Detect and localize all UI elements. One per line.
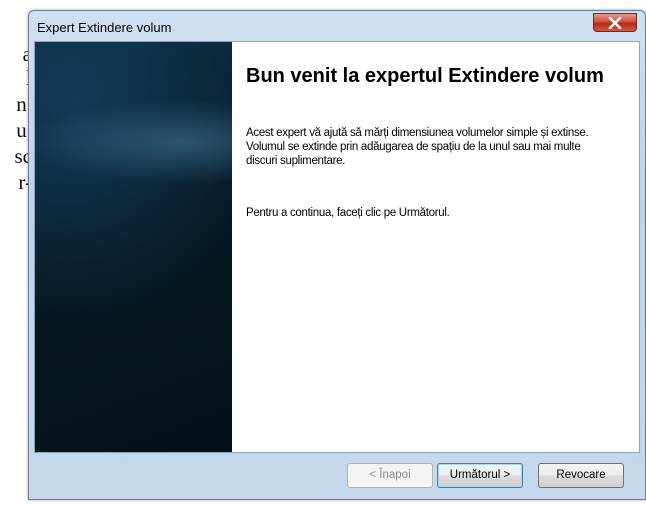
extend-volume-wizard-window: Expert Extindere volum Bun venit la expe… (28, 10, 646, 500)
wizard-banner-image (35, 42, 232, 452)
cancel-button[interactable]: Revocare (538, 463, 624, 488)
title-bar[interactable]: Expert Extindere volum (29, 11, 645, 41)
close-icon (608, 17, 622, 29)
next-button[interactable]: Următorul > (437, 463, 523, 488)
wizard-welcome-panel: Bun venit la expertul Extindere volum Ac… (232, 42, 639, 452)
close-button[interactable] (593, 13, 637, 32)
wizard-description: Acest expert vă ajută să mărți dimensiun… (246, 127, 589, 167)
wizard-content-frame: Bun venit la expertul Extindere volum Ac… (34, 41, 640, 453)
window-title: Expert Extindere volum (37, 20, 172, 35)
back-button[interactable]: < Înapoi (347, 463, 433, 488)
wizard-button-bar: < Înapoi Următorul > Revocare (34, 453, 640, 497)
wizard-heading: Bun venit la expertul Extindere volum (246, 65, 604, 87)
wizard-continue-instruction: Pentru a continua, faceți clic pe Următo… (246, 207, 450, 219)
